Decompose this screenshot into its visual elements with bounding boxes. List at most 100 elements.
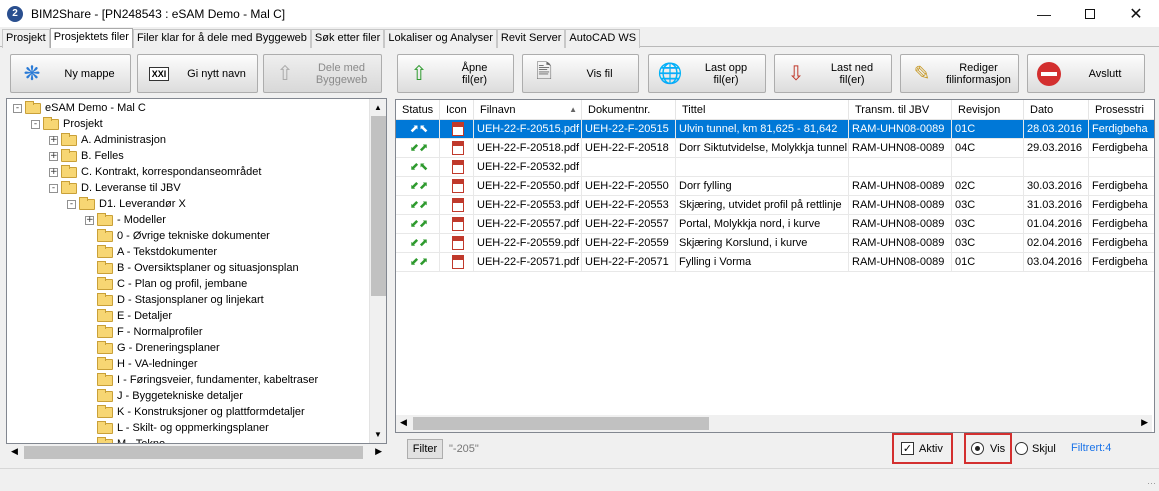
filter-input[interactable]: "-205"	[449, 442, 864, 456]
view-file-button[interactable]: 🖹 Vis fil	[522, 54, 639, 93]
open-files-button[interactable]: ⇧ Åpne fil(er)	[397, 54, 514, 93]
tree-node[interactable]: D - Stasjonsplaner og linjekart	[85, 292, 264, 308]
tree-node[interactable]: F - Normalprofiler	[85, 324, 203, 340]
minimize-icon[interactable]: —	[1021, 0, 1067, 27]
tree-node[interactable]: B - Oversiktsplaner og situasjonsplan	[85, 260, 299, 276]
table-cell: Fylling i Vorma	[676, 253, 849, 272]
tree-node[interactable]: + A. Administrasjon	[49, 132, 166, 148]
table-row[interactable]: ⬋⬈ UEH-22-F-20553.pdf UEH-22-F-20553 Skjæri…	[396, 196, 1154, 215]
col-transm[interactable]: Transm. til JBV	[849, 100, 952, 120]
expand-icon[interactable]: +	[85, 215, 94, 225]
collapse-icon[interactable]: -	[49, 183, 58, 193]
tree-node[interactable]: K - Konstruksjoner og plattformdetaljer	[85, 404, 305, 420]
table-cell: UEH-22-F-20518.pdf	[474, 139, 582, 158]
tree-node[interactable]: J - Byggetekniske detaljer	[85, 388, 243, 404]
table-row[interactable]: ⬋⬉ UEH-22-F-20532.pdf	[396, 158, 1154, 177]
tree-node[interactable]: A - Tekstdokumenter	[85, 244, 217, 260]
tree-horizontal-scrollbar[interactable]: ◀ ▶	[7, 444, 386, 461]
tab-autocad-ws[interactable]: AutoCAD WS	[565, 29, 641, 48]
tree-node[interactable]: - Prosjekt	[31, 116, 103, 132]
col-prosess[interactable]: Prosesstri	[1089, 100, 1154, 120]
grid-horizontal-scrollbar[interactable]: ◀ ▶	[396, 415, 1152, 432]
tab-prosjekt[interactable]: Prosjekt	[2, 29, 50, 48]
table-cell: UEH-22-F-20515.pdf	[474, 120, 582, 139]
collapse-icon[interactable]: -	[67, 199, 76, 209]
maximize-icon[interactable]	[1067, 0, 1113, 27]
tree-node[interactable]: L - Skilt- og oppmerkingsplaner	[85, 420, 269, 436]
expand-icon[interactable]: +	[49, 167, 58, 177]
tree-node-label: - Modeller	[117, 214, 166, 226]
tree-node[interactable]: G - Dreneringsplaner	[85, 340, 220, 356]
table-row[interactable]: ⬈⬉ UEH-22-F-20515.pdf UEH-22-F-20515 Ulvin …	[396, 120, 1154, 139]
col-icon[interactable]: Icon	[440, 100, 474, 120]
close-icon[interactable]: ✕	[1113, 0, 1159, 27]
table-row[interactable]: ⬋⬈ UEH-22-F-20518.pdf UEH-22-F-20518 Dorr S…	[396, 139, 1154, 158]
scroll-left-icon[interactable]: ◀	[11, 446, 18, 457]
table-row[interactable]: ⬋⬈ UEH-22-F-20557.pdf UEH-22-F-20557 Portal…	[396, 215, 1154, 234]
file-pane: ⇧ Åpne fil(er) 🖹 Vis fil 🌐 Last opp fil(er…	[393, 48, 1157, 465]
col-dato[interactable]: Dato	[1024, 100, 1089, 120]
col-dokumentnr[interactable]: Dokumentnr.	[582, 100, 676, 120]
table-cell: Skjæring Korslund, i kurve	[676, 234, 849, 253]
col-filnavn[interactable]: Filnavn ▲	[474, 100, 582, 120]
folder-icon	[61, 132, 77, 146]
scroll-up-icon[interactable]: ▲	[370, 99, 386, 116]
tree-node[interactable]: - D1. Leverandør X	[67, 196, 186, 212]
grid-scroll-left-icon[interactable]: ◀	[400, 417, 407, 428]
col-revisjon[interactable]: Revisjon	[952, 100, 1024, 120]
tab-prosjektets-filer[interactable]: Prosjektets filer	[49, 28, 133, 48]
tree-node[interactable]: + - Modeller	[85, 212, 166, 228]
table-cell: Ferdigbeha	[1089, 253, 1154, 272]
table-cell: Portal, Molykkja nord, i kurve	[676, 215, 849, 234]
skjul-radio[interactable]: Skjul	[1015, 442, 1056, 455]
exit-button[interactable]: Avslutt	[1027, 54, 1145, 93]
table-row[interactable]: ⬋⬈ UEH-22-F-20571.pdf UEH-22-F-20571 Fyllin…	[396, 253, 1154, 272]
scroll-down-icon[interactable]: ▼	[370, 426, 386, 443]
tree-node[interactable]: E - Detaljer	[85, 308, 172, 324]
edit-file-info-button[interactable]: ✎ Rediger filinformasjon	[900, 54, 1019, 93]
collapse-icon[interactable]: -	[13, 103, 22, 113]
tree-vertical-scrollbar[interactable]: ▲ ▼	[369, 99, 386, 443]
radio-unselected-icon	[1015, 442, 1028, 455]
tree-hscroll-thumb[interactable]	[24, 446, 363, 459]
table-row[interactable]: ⬋⬈ UEH-22-F-20550.pdf UEH-22-F-20550 Dorr f…	[396, 177, 1154, 196]
download-files-button[interactable]: ⇩ Last ned fil(er)	[774, 54, 892, 93]
grid-scroll-right-icon[interactable]: ▶	[1141, 417, 1148, 428]
tree-node[interactable]: H - VA-ledninger	[85, 356, 198, 372]
col-status[interactable]: Status	[396, 100, 440, 120]
tree-scroll-thumb[interactable]	[371, 116, 386, 296]
rename-button[interactable]: XXI Gi nytt navn	[137, 54, 258, 93]
table-row[interactable]: ⬋⬈ UEH-22-F-20559.pdf UEH-22-F-20559 Skjæri…	[396, 234, 1154, 253]
expand-icon[interactable]: +	[49, 135, 58, 145]
new-folder-button[interactable]: ❋ Ny mappe	[10, 54, 131, 93]
upload-files-button[interactable]: 🌐 Last opp fil(er)	[648, 54, 766, 93]
tree-node[interactable]: - eSAM Demo - Mal C	[13, 100, 146, 116]
grid-hscroll-thumb[interactable]	[413, 417, 709, 430]
tree-node-label: eSAM Demo - Mal C	[45, 102, 146, 114]
tree-node[interactable]: 0 - Øvrige tekniske dokumenter	[85, 228, 270, 244]
tree-node[interactable]: M - Tekno...	[85, 436, 174, 443]
tree-node[interactable]: + B. Felles	[49, 148, 124, 164]
table-cell: RAM-UHN08-0089	[849, 177, 952, 196]
tab-lokaliser[interactable]: Lokaliser og Analyser	[384, 29, 497, 48]
filter-button[interactable]: Filter	[407, 439, 443, 459]
resize-grip-icon[interactable]: ⋯	[1147, 478, 1156, 489]
folder-icon	[43, 116, 59, 130]
share-byggeweb-button[interactable]: ⇧ Dele med Byggeweb	[263, 54, 382, 93]
vis-radio[interactable]: Vis	[971, 442, 1005, 455]
check-icon: ✓	[901, 442, 914, 455]
aktiv-checkbox[interactable]: ✓ Aktiv	[901, 442, 943, 455]
expand-icon[interactable]: +	[49, 151, 58, 161]
file-grid[interactable]: Status Icon Filnavn ▲ Dokumentnr. Tittel …	[395, 99, 1155, 433]
tree-node[interactable]: I - Føringsveier, fundamenter, kabeltras…	[85, 372, 318, 388]
scroll-right-icon[interactable]: ▶	[375, 446, 382, 457]
tab-filer-klar[interactable]: Filer klar for å dele med Byggeweb	[132, 29, 311, 48]
tab-sok-etter-filer[interactable]: Søk etter filer	[310, 29, 385, 48]
tree-node[interactable]: C - Plan og profil, jembane	[85, 276, 247, 292]
tab-revit-server[interactable]: Revit Server	[496, 29, 566, 48]
col-tittel[interactable]: Tittel	[676, 100, 849, 120]
folder-tree[interactable]: - eSAM Demo - Mal C - Prosjekt + A. Administr…	[6, 98, 387, 444]
collapse-icon[interactable]: -	[31, 119, 40, 129]
tree-node[interactable]: - D. Leveranse til JBV	[49, 180, 181, 196]
tree-node[interactable]: + C. Kontrakt, korrespondanseområdet	[49, 164, 261, 180]
